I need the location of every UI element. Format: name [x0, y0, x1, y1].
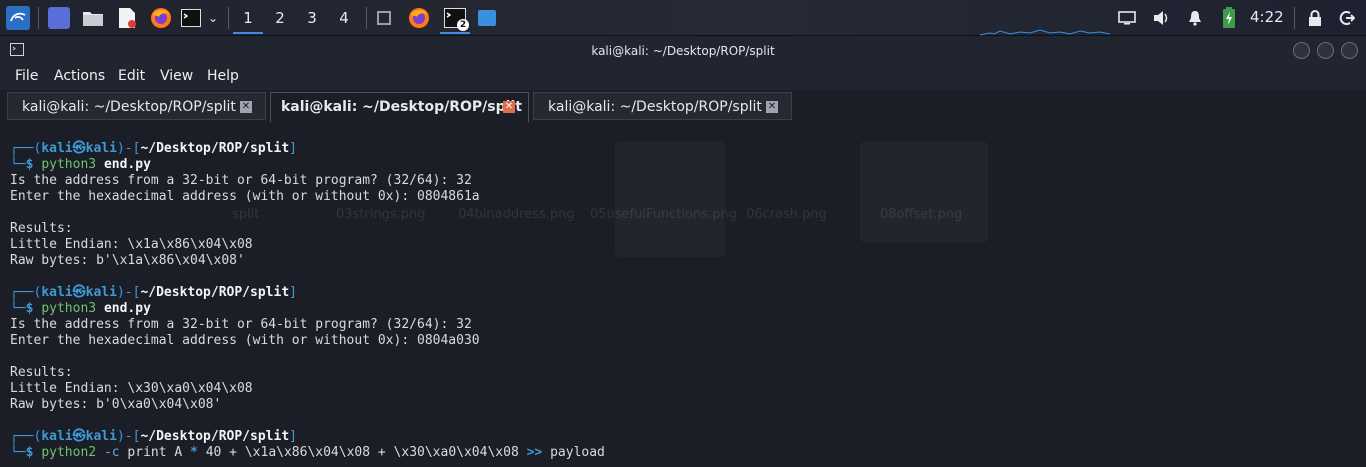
minimize-button[interactable]	[1293, 42, 1310, 59]
prompt-line: ┌──(kali㉿kali)-[~/Desktop/ROP/split]	[10, 285, 297, 300]
kali-menu-icon[interactable]	[4, 6, 32, 30]
output-line: Enter the hexadecimal address (with or w…	[10, 333, 480, 348]
volume-icon[interactable]	[1150, 6, 1172, 30]
terminal-output[interactable]: split 03strings.png 04binaddress.png 05u…	[0, 122, 1366, 467]
output-line: Raw bytes: b'\x1a\x86\x04\x08'	[10, 253, 245, 268]
chevron-down-icon[interactable]: ⌄	[204, 6, 222, 30]
desktop-ghost-item	[615, 142, 725, 257]
taskbar: ⌄ 1 2 3 4 2 4:22	[0, 0, 1366, 36]
prompt-line: ┌──(kali㉿kali)-[~/Desktop/ROP/split]	[10, 141, 297, 156]
desktop-ghost-label: 03strings.png	[336, 207, 426, 222]
notification-bell-icon[interactable]	[1184, 6, 1206, 30]
menu-help[interactable]: Help	[207, 68, 239, 84]
display-icon[interactable]	[1116, 6, 1138, 30]
firefox-icon[interactable]	[148, 6, 174, 30]
network-graph	[980, 29, 1110, 36]
tab-label: kali@kali: ~/Desktop/ROP/split	[548, 99, 762, 115]
terminal-launcher-icon[interactable]	[180, 6, 202, 30]
menu-actions[interactable]: Actions	[54, 68, 105, 84]
separator	[1294, 7, 1295, 29]
logout-icon[interactable]	[1336, 6, 1358, 30]
window-title: kali@kali: ~/Desktop/ROP/split	[591, 44, 775, 58]
desktop-ghost-label: 05usefulFunctions.png	[590, 207, 737, 222]
menu-edit[interactable]: Edit	[118, 68, 145, 84]
workspace-4[interactable]: 4	[329, 4, 359, 32]
window-app-icon[interactable]	[372, 6, 396, 30]
close-button[interactable]	[1341, 42, 1358, 59]
lock-icon[interactable]	[1304, 6, 1326, 30]
show-desktop-icon[interactable]	[46, 6, 72, 30]
clock[interactable]: 4:22	[1250, 8, 1284, 26]
window-titlebar[interactable]: kali@kali: ~/Desktop/ROP/split	[0, 36, 1366, 64]
tab-1[interactable]: kali@kali: ~/Desktop/ROP/split ✕	[7, 92, 266, 120]
output-line: Enter the hexadecimal address (with or w…	[10, 189, 480, 204]
battery-charging-icon[interactable]	[1218, 6, 1240, 30]
separator	[228, 7, 229, 29]
command-input-line[interactable]: └─$ python2 -c print A * 40 + \x1a\x86\x…	[10, 445, 605, 461]
output-line: Raw bytes: b'0\xa0\x04\x08'	[10, 397, 222, 412]
menu-view[interactable]: View	[160, 68, 193, 84]
tab-label: kali@kali: ~/Desktop/ROP/split	[281, 99, 522, 115]
output-line: Results:	[10, 221, 73, 236]
tab-bar: kali@kali: ~/Desktop/ROP/split ✕ kali@ka…	[0, 90, 1366, 122]
tab-close-icon[interactable]: ✕	[503, 101, 515, 113]
menu-file[interactable]: File	[15, 68, 38, 84]
tab-close-icon[interactable]: ✕	[240, 101, 252, 113]
firefox-window-icon[interactable]	[406, 6, 432, 30]
app-window-icon[interactable]	[476, 6, 498, 30]
separator	[38, 7, 39, 29]
tab-3[interactable]: kali@kali: ~/Desktop/ROP/split ✕	[533, 92, 792, 120]
output-line: Is the address from a 32-bit or 64-bit p…	[10, 173, 472, 188]
workspace-2[interactable]: 2	[265, 4, 295, 32]
menu-bar: File Actions Edit View Help	[0, 64, 1366, 90]
output-line: Little Endian: \x1a\x86\x04\x08	[10, 237, 253, 252]
terminal-window-icon[interactable]: 2	[440, 4, 470, 34]
output-line: Results:	[10, 365, 73, 380]
separator	[366, 7, 367, 29]
prompt-line: ┌──(kali㉿kali)-[~/Desktop/ROP/split]	[10, 429, 297, 444]
workspace-1[interactable]: 1	[233, 4, 263, 34]
desktop-ghost-label: 08offset.png	[880, 207, 963, 222]
command-line: └─$ python3 end.py	[10, 301, 151, 316]
tab-2[interactable]: kali@kali: ~/Desktop/ROP/split ✕	[270, 92, 529, 122]
output-line: Little Endian: \x30\xa0\x04\x08	[10, 381, 253, 396]
file-manager-icon[interactable]	[80, 6, 106, 30]
text-editor-icon[interactable]	[114, 6, 140, 30]
terminal-window-count-badge: 2	[457, 19, 469, 31]
desktop-ghost-item	[860, 142, 988, 242]
tab-label: kali@kali: ~/Desktop/ROP/split	[22, 99, 236, 115]
command-line: └─$ python3 end.py	[10, 157, 151, 172]
desktop-ghost-label: 04binaddress.png	[458, 207, 575, 222]
tab-close-icon[interactable]: ✕	[766, 101, 778, 113]
desktop-ghost-label: 06crash.png	[746, 207, 827, 222]
output-line: Is the address from a 32-bit or 64-bit p…	[10, 317, 472, 332]
maximize-button[interactable]	[1317, 42, 1334, 59]
desktop-ghost-label: split	[232, 207, 260, 222]
workspace-3[interactable]: 3	[297, 4, 327, 32]
